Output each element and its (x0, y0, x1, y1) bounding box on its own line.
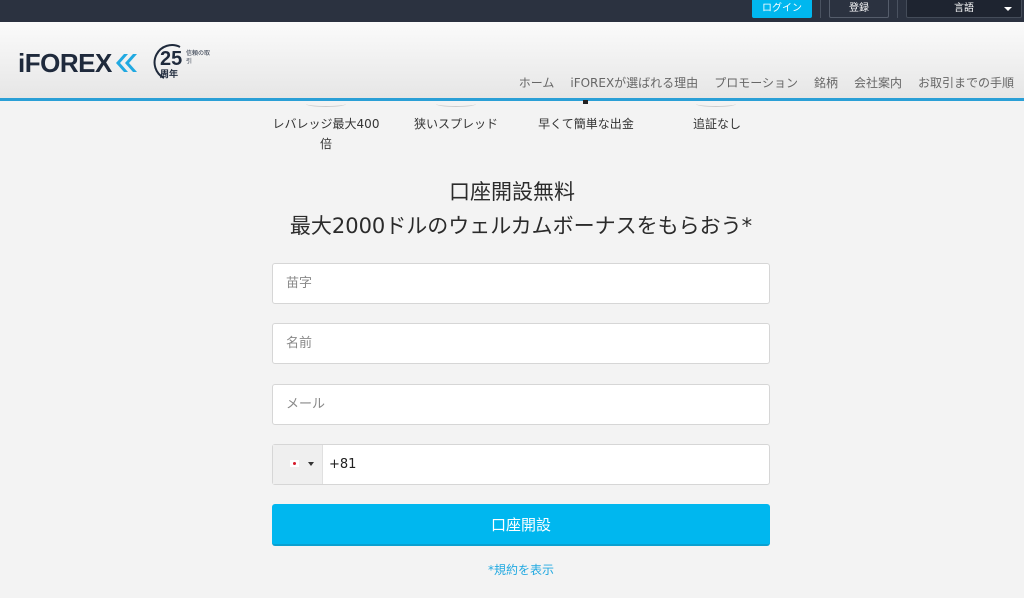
email-field[interactable] (272, 384, 770, 425)
nav-item-promotions[interactable]: プロモーション (714, 74, 798, 91)
site-header: iFOREX 25 周年 信頼の取引 ホーム iFOREXが選ばれる理由 プロモ… (0, 22, 1024, 101)
email-input[interactable] (273, 385, 769, 424)
badge-side-text: 信頼の取引 (186, 50, 211, 65)
feature-no-margin-call: 追証なし (692, 117, 741, 131)
caret-down-icon (308, 462, 314, 466)
phone-field[interactable] (272, 444, 770, 485)
divider (820, 0, 821, 18)
logo-text: iFOREX (18, 47, 112, 78)
caret-down-icon (1004, 7, 1012, 11)
phone-input[interactable] (323, 445, 769, 484)
first-name-input[interactable] (273, 324, 769, 363)
open-account-button[interactable]: 口座開設 (272, 504, 770, 546)
anniversary-badge: 25 周年 信頼の取引 (148, 42, 210, 82)
nav-item-about[interactable]: 会社案内 (854, 74, 902, 91)
phone-input-wrap[interactable] (323, 445, 769, 484)
country-code-selector[interactable] (273, 445, 323, 484)
first-name-field[interactable] (272, 323, 770, 364)
terms-link[interactable]: *規約を表示 (0, 561, 1024, 578)
nav-item-why-iforex[interactable]: iFOREXが選ばれる理由 (570, 74, 698, 91)
japan-flag-icon (290, 460, 299, 467)
main-nav: ホーム iFOREXが選ばれる理由 プロモーション 銘柄 会社案内 お取引までの… (519, 74, 1014, 91)
nav-item-steps[interactable]: お取引までの手順 (918, 74, 1014, 91)
headline-line-1: 口座開設無料 (449, 180, 575, 204)
last-name-field[interactable] (272, 263, 770, 304)
login-button[interactable]: ログイン (752, 0, 812, 18)
last-name-input[interactable] (273, 264, 769, 303)
divider (897, 0, 898, 18)
features-strip: レバレッジ最大400倍 狭いスプレッド 早くて簡単な出金 追証なし (0, 100, 1024, 160)
feature-withdrawal: 早くて簡単な出金 (538, 117, 634, 131)
headline-line-2: 最大2000ドルのウェルカムボーナスをもらおう* (289, 214, 753, 238)
nav-item-home[interactable]: ホーム (519, 74, 555, 91)
language-label: 言語 (954, 3, 974, 14)
register-button[interactable]: 登録 (829, 0, 889, 18)
top-bar: ログイン 登録 言語 (0, 0, 1024, 22)
feature-spread: 狭いスプレッド (413, 117, 498, 131)
nav-item-instruments[interactable]: 銘柄 (814, 74, 838, 91)
brand-logo[interactable]: iFOREX (18, 48, 138, 78)
badge-sub: 周年 (160, 70, 179, 80)
feature-leverage: レバレッジ最大400倍 (272, 117, 380, 151)
chevrons-logo-icon (115, 54, 137, 72)
language-selector[interactable]: 言語 (906, 0, 1022, 18)
